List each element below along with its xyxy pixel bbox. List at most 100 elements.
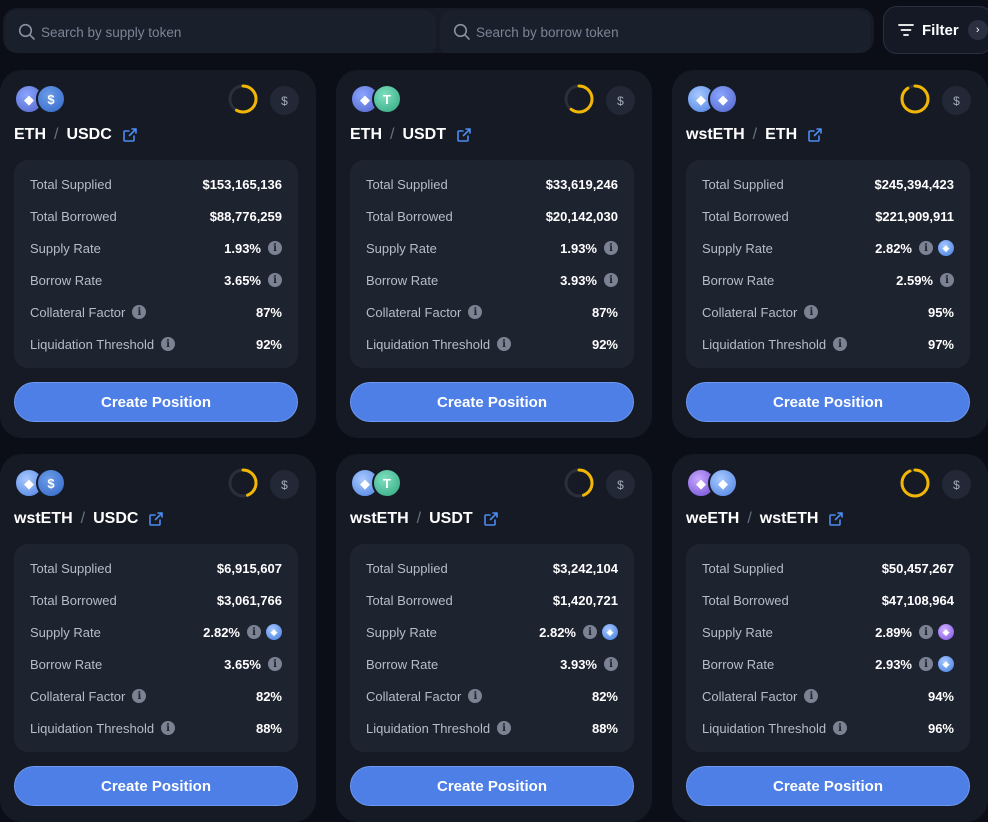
market-pair-title: weETH / wstETH	[686, 508, 844, 530]
currency-toggle-button[interactable]: $	[270, 470, 299, 499]
pair-separator: /	[747, 510, 752, 527]
borrow-token-symbol: USDC	[66, 126, 112, 143]
info-icon[interactable]: i	[604, 657, 618, 671]
info-icon[interactable]: i	[604, 241, 618, 255]
collateral-factor-value: 82%	[255, 688, 282, 704]
supply-search[interactable]	[5, 10, 436, 53]
filter-button[interactable]: Filter ›	[883, 6, 988, 54]
top-bar: Filter ›	[0, 0, 988, 62]
borrow-rate-group: 2.59% i	[896, 273, 954, 288]
borrow-rate-label: Borrow Rate	[30, 272, 103, 288]
create-position-button[interactable]: Create Position	[14, 766, 298, 806]
info-icon[interactable]: i	[268, 657, 282, 671]
info-icon[interactable]: i	[833, 337, 848, 351]
collateral-factor-label: Collateral Factor i	[702, 305, 819, 320]
borrow-search-input[interactable]	[476, 10, 856, 53]
market-stats: Total Supplied $153,165,136 Total Borrow…	[14, 160, 298, 368]
total-borrowed-value: $3,061,766	[216, 592, 282, 608]
utilization-ring	[228, 468, 258, 498]
total-borrowed-row: Total Borrowed $221,909,911	[702, 206, 954, 226]
liquidation-threshold-value: 92%	[255, 336, 282, 352]
wsteth-icon: ◆	[266, 624, 282, 640]
currency-toggle-button[interactable]: $	[606, 470, 635, 499]
info-icon[interactable]: i	[497, 337, 512, 351]
info-icon[interactable]: i	[268, 241, 282, 255]
external-link-icon[interactable]	[122, 127, 138, 143]
search-icon	[453, 23, 470, 40]
currency-toggle-button[interactable]: $	[942, 86, 971, 115]
info-icon[interactable]: i	[919, 241, 933, 255]
info-icon[interactable]: i	[497, 721, 512, 735]
usdc-icon: $	[36, 468, 66, 498]
borrow-rate-row: Borrow Rate 3.65% i	[30, 270, 282, 290]
info-icon[interactable]: i	[132, 689, 147, 703]
borrow-token-symbol: ETH	[765, 126, 798, 143]
pair-separator: /	[390, 126, 395, 143]
supply-search-input[interactable]	[41, 10, 421, 53]
liquidation-threshold-value: 92%	[591, 336, 618, 352]
info-icon[interactable]: i	[919, 625, 933, 639]
liquidation-threshold-text: Liquidation Threshold	[366, 336, 491, 352]
currency-toggle-button[interactable]: $	[606, 86, 635, 115]
total-borrowed-label: Total Borrowed	[30, 592, 117, 608]
info-icon[interactable]: i	[583, 625, 597, 639]
market-card-5: ◆ T $ wstETH / USDT Total Supplied $3,24…	[336, 454, 652, 822]
pair-separator: /	[80, 510, 86, 527]
filter-icon	[898, 24, 914, 36]
currency-toggle-button[interactable]: $	[270, 86, 299, 115]
supply-rate-row: Supply Rate 2.82% i ◆	[366, 622, 618, 642]
info-icon[interactable]: i	[804, 689, 819, 703]
market-card-1: ◆ $ $ ETH / USDC Total Supplied $153,165…	[0, 70, 316, 438]
external-link-icon[interactable]	[148, 511, 164, 527]
info-icon[interactable]: i	[940, 273, 954, 287]
wsteth-icon: ◆	[938, 656, 954, 672]
info-icon[interactable]: i	[919, 657, 933, 671]
utilization-ring	[900, 84, 930, 114]
borrow-rate-value: 3.93%	[560, 272, 597, 288]
total-borrowed-row: Total Borrowed $20,142,030	[366, 206, 618, 226]
borrow-rate-group: 3.93% i	[560, 273, 618, 288]
info-icon[interactable]: i	[268, 273, 282, 287]
supply-token-symbol: ETH	[14, 126, 46, 143]
info-icon[interactable]: i	[161, 721, 176, 735]
market-pair-title: wstETH / USDC	[14, 508, 164, 530]
market-pair-title: wstETH / ETH	[686, 124, 823, 146]
info-icon[interactable]: i	[132, 305, 147, 319]
utilization-ring-fill	[900, 84, 930, 114]
info-icon[interactable]: i	[468, 305, 483, 319]
collateral-factor-row: Collateral Factor i 82%	[30, 686, 282, 706]
external-link-icon[interactable]	[456, 127, 472, 143]
token-pair-icons: ◆ T	[350, 84, 410, 114]
liquidation-threshold-label: Liquidation Threshold i	[366, 721, 512, 736]
create-position-button[interactable]: Create Position	[686, 382, 970, 422]
market-pair-title: ETH / USDT	[350, 124, 472, 146]
info-icon[interactable]: i	[161, 337, 176, 351]
info-icon[interactable]: i	[468, 689, 483, 703]
external-link-icon[interactable]	[828, 511, 844, 527]
create-position-button[interactable]: Create Position	[350, 766, 634, 806]
total-supplied-label: Total Supplied	[702, 560, 784, 576]
info-icon[interactable]: i	[833, 721, 848, 735]
utilization-ring-fill	[900, 468, 930, 498]
external-link-icon[interactable]	[807, 127, 823, 143]
total-borrowed-value: $1,420,721	[552, 592, 618, 608]
info-icon[interactable]: i	[247, 625, 261, 639]
create-position-button[interactable]: Create Position	[14, 382, 298, 422]
borrow-token-symbol: wstETH	[759, 510, 819, 527]
collateral-factor-row: Collateral Factor i 82%	[366, 686, 618, 706]
external-link-icon[interactable]	[483, 511, 499, 527]
pair-separator: /	[416, 510, 422, 527]
total-borrowed-label: Total Borrowed	[702, 208, 789, 224]
market-card-2: ◆ T $ ETH / USDT Total Supplied $33,619,…	[336, 70, 652, 438]
borrow-rate-value: 3.65%	[224, 656, 261, 672]
currency-toggle-button[interactable]: $	[942, 470, 971, 499]
search-icon	[18, 23, 35, 40]
total-borrowed-value: $88,776,259	[209, 208, 282, 224]
borrow-search[interactable]	[440, 10, 870, 53]
pair-separator: /	[54, 126, 59, 143]
create-position-button[interactable]: Create Position	[350, 382, 634, 422]
create-position-button[interactable]: Create Position	[686, 766, 970, 806]
info-icon[interactable]: i	[804, 305, 819, 319]
info-icon[interactable]: i	[604, 273, 618, 287]
collateral-factor-text: Collateral Factor	[30, 688, 126, 704]
